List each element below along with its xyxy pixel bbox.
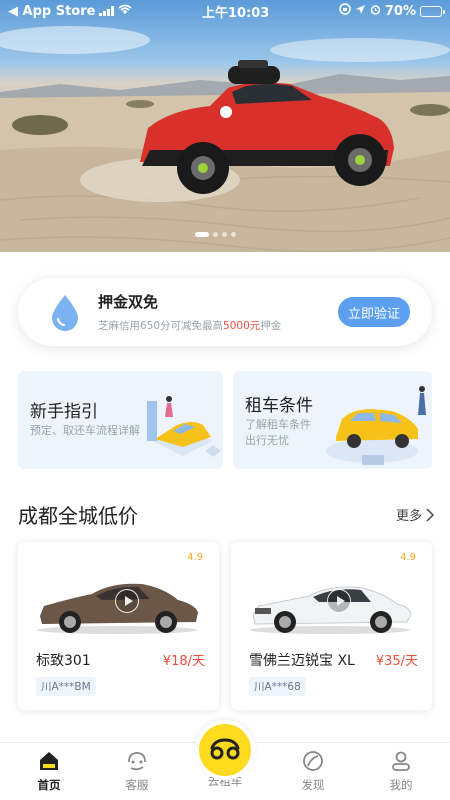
license-plate: 川A***BM bbox=[36, 677, 96, 696]
water-drop-icon bbox=[52, 295, 78, 331]
rental-illustration bbox=[326, 386, 426, 465]
hero-banner[interactable] bbox=[0, 0, 450, 252]
tab-label: 我的 bbox=[389, 778, 413, 792]
location-icon bbox=[355, 4, 366, 19]
tab-label: 客服 bbox=[125, 778, 149, 792]
car-name: 标致301 bbox=[36, 653, 91, 669]
car-price: ¥35/天 bbox=[375, 654, 418, 669]
rental-conditions-card[interactable]: 租车条件 了解租车条件 出行无忧 bbox=[233, 371, 432, 469]
rent-car-button[interactable] bbox=[195, 720, 255, 780]
pagination-dot[interactable] bbox=[231, 232, 236, 237]
beginner-guide-card[interactable]: 新手指引 预定、取还车流程详解 bbox=[18, 371, 223, 469]
car-rating: 4.9 bbox=[187, 552, 203, 563]
deposit-title: 押金双免 bbox=[98, 293, 159, 311]
guide-title: 新手指引 bbox=[30, 402, 98, 422]
service-icon bbox=[128, 752, 146, 771]
more-link[interactable]: 更多 bbox=[396, 505, 434, 524]
status-bar: ◀ App Store 上午10:03 70% bbox=[0, 0, 450, 22]
profile-icon bbox=[392, 751, 410, 771]
tab-home[interactable]: 首页 bbox=[4, 749, 94, 793]
tab-discover[interactable]: 发现 bbox=[268, 749, 358, 793]
car-name: 雪佛兰迈锐宝 XL bbox=[249, 653, 355, 669]
banner-pagination bbox=[195, 232, 236, 237]
play-video-icon[interactable] bbox=[115, 589, 139, 613]
deposit-amount: 5000元 bbox=[223, 320, 261, 332]
car-price: ¥18/天 bbox=[162, 654, 205, 669]
guide-subtitle: 了解租车条件 bbox=[245, 418, 311, 431]
deposit-free-card[interactable]: 押金双免 芝麻信用650分可减免最高5000元押金 立即验证 bbox=[18, 278, 432, 346]
alarm-icon bbox=[370, 4, 381, 19]
section-title: 成都全城低价 bbox=[18, 504, 138, 528]
home-icon bbox=[40, 752, 58, 770]
pagination-dot[interactable] bbox=[195, 232, 209, 237]
tab-label: 发现 bbox=[301, 778, 325, 792]
tab-label: 首页 bbox=[37, 778, 61, 792]
license-plate: 川A***68 bbox=[249, 677, 306, 696]
pagination-dot[interactable] bbox=[213, 232, 218, 237]
lock-rotation-icon bbox=[339, 3, 351, 19]
rent-car-icon bbox=[210, 738, 240, 760]
signal-icon bbox=[99, 6, 115, 16]
guide-title: 租车条件 bbox=[245, 396, 313, 416]
car-rating: 4.9 bbox=[400, 552, 416, 563]
wifi-icon bbox=[118, 4, 132, 19]
discover-icon bbox=[303, 751, 323, 771]
back-to-app[interactable]: ◀ App Store bbox=[8, 4, 95, 19]
verify-now-button[interactable]: 立即验证 bbox=[337, 297, 410, 327]
play-video-icon[interactable] bbox=[327, 589, 351, 613]
battery-icon bbox=[419, 5, 445, 17]
status-time: 上午10:03 bbox=[201, 5, 270, 21]
car-card[interactable]: 4.9 雪佛兰迈锐宝 XL ¥35/天 川A***68 bbox=[231, 542, 432, 710]
chevron-right-icon bbox=[426, 507, 434, 522]
deposit-desc-text: 芝麻信用650分可减免最高 bbox=[98, 320, 224, 332]
tab-profile[interactable]: 我的 bbox=[356, 749, 446, 793]
guide-illustration bbox=[147, 396, 221, 457]
pagination-dot[interactable] bbox=[222, 232, 227, 237]
deposit-description: 芝麻信用650分可减免最高5000元押金 bbox=[98, 318, 338, 333]
more-label: 更多 bbox=[395, 509, 422, 524]
guide-subtitle: 预定、取还车流程详解 bbox=[30, 424, 140, 437]
guide-subtitle-2: 出行无忧 bbox=[245, 434, 289, 447]
deposit-desc-suffix: 押金 bbox=[260, 320, 282, 332]
tab-service[interactable]: 客服 bbox=[92, 749, 182, 793]
car-card[interactable]: 4.9 标致301 ¥18/天 川A***BM bbox=[18, 542, 219, 710]
banner-image bbox=[0, 26, 450, 252]
battery-percent: 70% bbox=[384, 3, 416, 19]
